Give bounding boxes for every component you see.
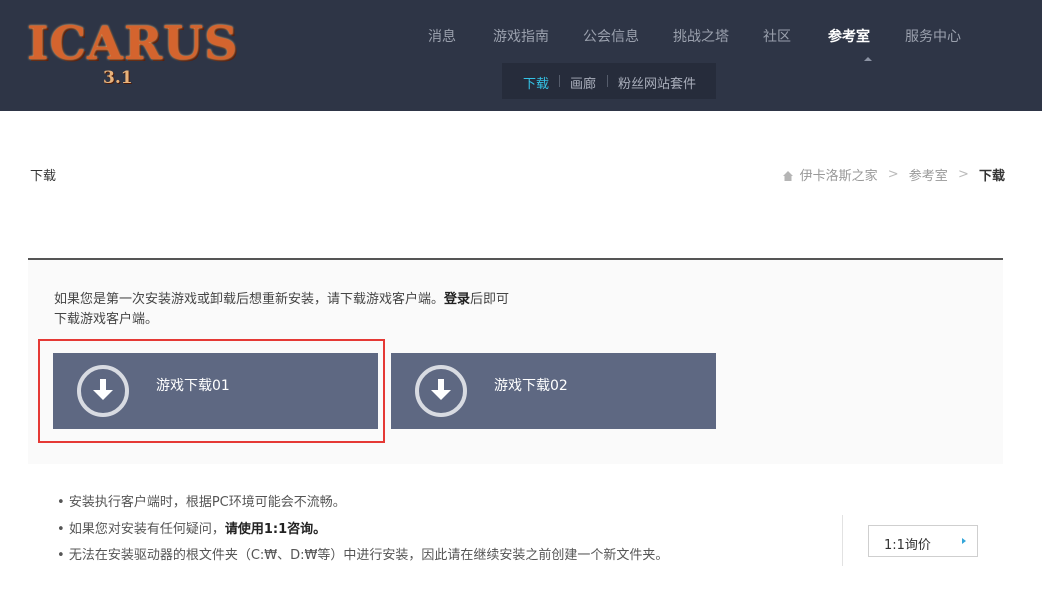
- logo-version: 3.1: [103, 68, 133, 88]
- note-text: 如果您对安装有任何疑问，: [68, 521, 225, 537]
- bullet: •: [57, 548, 65, 563]
- subnav-divider: [559, 75, 560, 87]
- nav-active-caret: [864, 57, 872, 61]
- subnav-item-fansite-kit[interactable]: 粉丝网站套件: [618, 73, 696, 92]
- breadcrumb-reference-room[interactable]: 参考室: [909, 165, 948, 184]
- breadcrumb-current: 下载: [978, 169, 1005, 184]
- intro-line1-end: 后即可: [470, 292, 510, 307]
- intro-line2: 下载游戏客户端。: [54, 312, 159, 327]
- inquiry-button-label: 1:1询价: [884, 538, 931, 553]
- chevron-right-icon: >: [957, 167, 969, 182]
- intro-line1: 如果您是第一次安装游戏或卸载后想重新安装，请下载游戏客户端。: [54, 292, 445, 307]
- subnav-item-download[interactable]: 下载: [523, 73, 549, 92]
- list-item: • 如果您对安装有任何疑问，请使用1:1咨询。: [57, 517, 817, 544]
- breadcrumb-home[interactable]: 伊卡洛斯之家: [800, 165, 878, 184]
- vertical-divider: [842, 515, 843, 566]
- inquiry-link-text[interactable]: 请使用1:1咨询。: [225, 522, 326, 537]
- bullet: •: [57, 521, 65, 537]
- game-download-02-button[interactable]: 游戏下载02: [391, 353, 716, 429]
- nav-item-game-guide[interactable]: 游戏指南: [493, 26, 549, 46]
- download-icon: [415, 365, 467, 417]
- list-item: • 安装执行客户端时，根据PC环境可能会不流畅。: [57, 490, 817, 517]
- login-link[interactable]: 登录: [444, 292, 470, 307]
- nav-item-news[interactable]: 消息: [428, 26, 456, 46]
- page-title: 下载: [30, 169, 57, 184]
- note-text: 无法在安装驱动器的根文件夹（C:₩、D:₩等）中进行安装，因此请在继续安装之前创…: [68, 548, 669, 563]
- sub-nav: 下载 画廊 粉丝网站套件: [502, 63, 716, 99]
- note-text: 安装执行客户端时，根据PC环境可能会不流畅。: [68, 495, 346, 510]
- one-on-one-inquiry-button[interactable]: 1:1询价: [868, 525, 978, 557]
- download-icon: [77, 365, 129, 417]
- caret-right-icon: [962, 538, 966, 544]
- nav-item-service-center[interactable]: 服务中心: [905, 26, 961, 46]
- subnav-item-gallery[interactable]: 画廊: [570, 73, 596, 92]
- download-button-label: 游戏下载01: [156, 378, 230, 394]
- nav-item-reference-room[interactable]: 参考室: [828, 26, 870, 46]
- bullet: •: [57, 495, 65, 510]
- intro-text: 如果您是第一次安装游戏或卸载后想重新安装，请下载游戏客户端。登录后即可 下载游戏…: [54, 290, 524, 330]
- breadcrumb: 伊卡洛斯之家 > 参考室 > 下载: [783, 165, 1005, 184]
- subnav-divider: [607, 75, 608, 87]
- list-item: • 无法在安装驱动器的根文件夹（C:₩、D:₩等）中进行安装，因此请在继续安装之…: [57, 543, 817, 570]
- nav-item-challenge-tower[interactable]: 挑战之塔: [673, 26, 729, 46]
- nav-item-community[interactable]: 社区: [763, 26, 791, 46]
- home-icon: [783, 170, 794, 181]
- main-nav: 消息 游戏指南 公会信息 挑战之塔 社区 参考室 服务中心: [0, 26, 1042, 48]
- game-download-01-button[interactable]: 游戏下载01: [53, 353, 378, 429]
- download-button-label: 游戏下载02: [494, 378, 568, 394]
- nav-item-guild-info[interactable]: 公会信息: [583, 26, 639, 46]
- install-notes: • 安装执行客户端时，根据PC环境可能会不流畅。 • 如果您对安装有任何疑问，请…: [57, 490, 817, 570]
- chevron-right-icon: >: [887, 167, 899, 182]
- site-header: ICARUS 3.1 消息 游戏指南 公会信息 挑战之塔 社区 参考室 服务中心…: [0, 0, 1042, 111]
